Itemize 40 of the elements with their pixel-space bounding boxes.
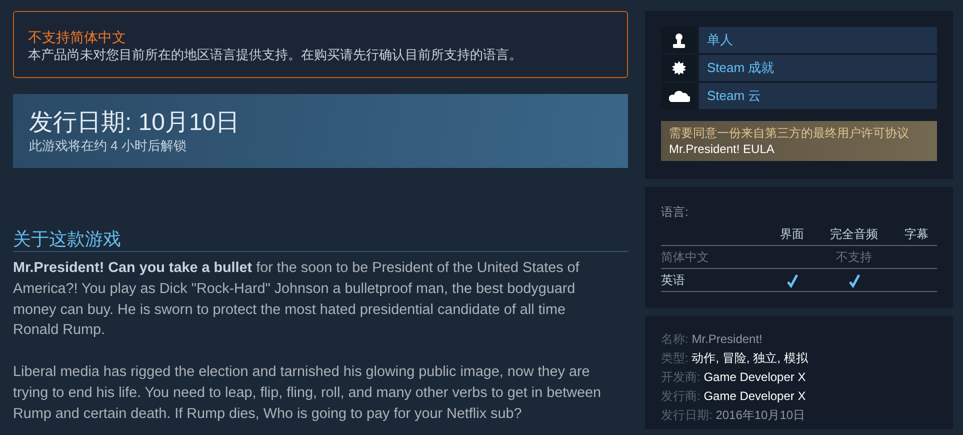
detail-link[interactable]: 模拟 xyxy=(784,351,808,365)
release-title: 发行日期: 10月10日 xyxy=(29,108,241,138)
detail-link[interactable]: 独立 xyxy=(753,351,778,365)
languages-label: 语言: xyxy=(661,204,690,221)
detail-link[interactable]: 动作 xyxy=(692,351,716,365)
notice-text: 本产品尚未对您目前所在的地区语言提供支持。在购买请先行确认目前所支持的语言。 xyxy=(28,46,523,64)
unsupported-note: 不支持 xyxy=(836,250,872,264)
detail-link[interactable]: Game Developer X xyxy=(704,389,806,403)
check-icon xyxy=(786,274,798,288)
detail-label: 名称: xyxy=(661,332,688,346)
detail-label: 开发商: xyxy=(661,370,700,384)
check-icon xyxy=(848,274,860,288)
description-paragraph: Mr.President! Can you take a bullet for the soon to be President of the United States of America?! You play as Dick "Rock-Hard" Johnson a bulletproof man, the best bodyguard money can buy. He is sworn to protect the most hated presidential candidate of all time Ronald Rump. xyxy=(13,259,580,340)
feature-link[interactable]: Steam 云 xyxy=(699,83,937,109)
eula-link[interactable]: Mr.President! EULA xyxy=(669,142,774,156)
column-header: 字幕 xyxy=(904,227,928,241)
detail-label: 发行商: xyxy=(661,389,700,403)
detail-link[interactable]: Game Developer X xyxy=(704,370,806,384)
detail-value: Mr.President! xyxy=(692,332,762,346)
notice-title: 不支持简体中文 xyxy=(28,28,127,46)
separator-comma: , xyxy=(777,351,780,365)
detail-link[interactable]: 冒险 xyxy=(722,351,746,365)
language-name: 英语 xyxy=(661,273,685,287)
feature-link[interactable]: Steam 成就 xyxy=(699,55,937,81)
person-icon xyxy=(673,32,685,48)
section-heading: 关于这款游戏 xyxy=(13,228,628,252)
detail-value: 2016年10月10日 xyxy=(716,408,806,422)
separator-comma: , xyxy=(746,351,750,365)
detail-label: 类型: xyxy=(661,351,688,365)
cloud-icon xyxy=(668,90,690,102)
feature-link[interactable]: 单人 xyxy=(699,27,937,53)
description-paragraph: Liberal media has rigged the election and tarnished his glowing public image, now they are trying to end his life. You need to leap, flip, fling, roll, and many other verbs to get in between Rump and certain death. If Rump dies, Who is going to pay for your Netflix sub? xyxy=(13,362,602,424)
column-header: 界面 xyxy=(780,227,804,241)
badge-icon xyxy=(672,61,686,75)
eula-text: 需要同意一份来自第三方的最终用户许可协议 xyxy=(669,125,910,141)
column-header: 完全音频 xyxy=(830,227,878,241)
separator-comma: , xyxy=(716,351,720,365)
release-subtitle: 此游戏将在约 4 小时后解锁 xyxy=(29,138,188,154)
language-name: 简体中文 xyxy=(661,250,709,264)
detail-label: 发行日期: xyxy=(661,408,712,422)
